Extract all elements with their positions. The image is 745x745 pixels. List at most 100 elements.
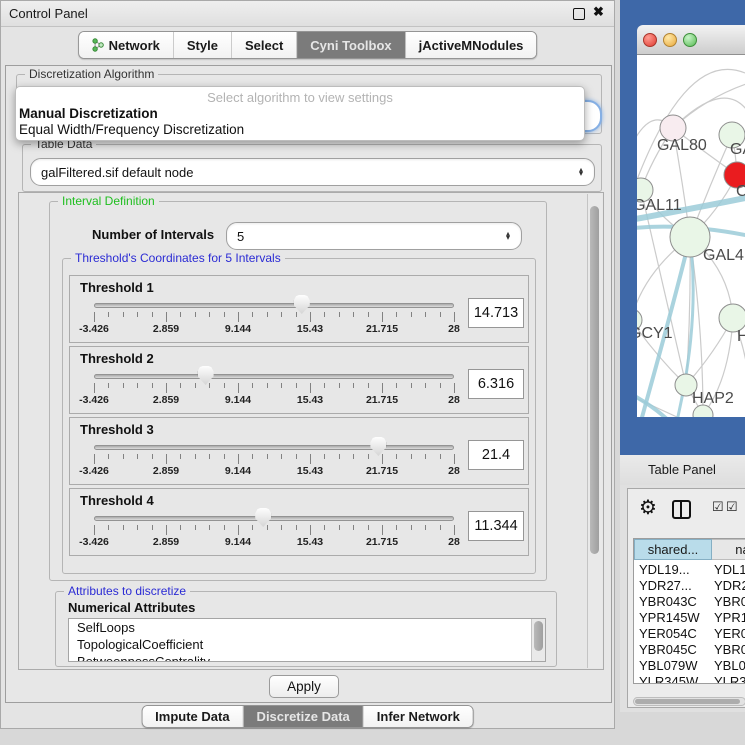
network-node-label: H [737,328,745,345]
group-title-thresholds: Threshold's Coordinates for 5 Intervals [71,251,285,265]
apply-button[interactable]: Apply [269,675,339,698]
threshold-value-field[interactable]: 11.344 [468,511,524,541]
name-cell: YBL0 [714,658,745,673]
table-row[interactable]: YBR045CYBR0 [634,642,745,658]
algorithm-option[interactable]: Manual Discretization [19,106,158,121]
table-data-selected-value: galFiltered.sif default node [31,165,572,180]
slider-track[interactable] [94,303,454,308]
checkbox-icon[interactable]: ☑ [712,500,724,514]
network-canvas[interactable]: GAL80GACGAL11GAL4GCY1HHAP2 [637,55,745,417]
close-icon[interactable]: ✖ [593,4,604,20]
table-panel-title: Table Panel [648,462,716,477]
tab-infer-network[interactable]: Infer Network [364,706,473,727]
threshold-value-field[interactable]: 21.4 [468,440,524,470]
tab-label: jActiveMNodules [419,38,524,53]
column-header-shared-name[interactable]: shared... [634,539,712,560]
column-header-name[interactable]: name [712,539,745,560]
node-attribute-table[interactable]: shared... name YDL19...YDL1YDR27...YDR2Y… [633,538,745,684]
numerical-attributes-list[interactable]: SelfLoopsTopologicalCoefficientBetweenne… [68,618,546,662]
name-cell: YBR0 [714,594,745,609]
panel-scrollbar[interactable] [587,194,602,668]
threshold-label: Threshold 3 [80,422,154,437]
tab-network[interactable]: Network [79,32,174,58]
minimize-traffic-light[interactable] [663,33,677,47]
gear-icon[interactable]: ⚙ [639,498,657,518]
cyni-mode-tabs: Impute Data Discretize Data Infer Network [141,705,474,728]
tab-select[interactable]: Select [232,32,297,58]
name-cell: YLR3 [714,674,745,684]
table-row[interactable]: YDL19...YDL1 [634,562,745,578]
shared-name-cell: YDR27... [639,578,692,593]
slider-ticks [94,383,454,394]
threshold-box: Threshold 1-3.4262.8599.14415.4321.71528… [69,275,529,343]
combo-stepper-icon: ▴▾ [572,168,594,176]
number-of-intervals-combobox[interactable]: 5 ▴▾ [226,222,522,250]
network-view-window: GAL80GACGAL11GAL4GCY1HHAP2 [620,0,745,455]
slider-track[interactable] [94,445,454,450]
table-row[interactable]: YBR043CYBR0 [634,594,745,610]
attributes-group: Attributes to discretize Numerical Attri… [55,591,557,667]
slider-track[interactable] [94,374,454,379]
slider-tick-labels: -3.4262.8599.14415.4321.71528 [94,394,454,406]
columns-icon[interactable] [672,500,691,519]
shared-name-cell: YER054C [639,626,697,641]
name-cell: YDR2 [714,578,745,593]
network-node-label: GA [730,141,745,158]
threshold-box: Threshold 3-3.4262.8599.14415.4321.71528… [69,417,529,485]
threshold-value-field[interactable]: 14.713 [468,298,524,328]
control-panel-window: Control Panel ✖ Network Style Select Cyni T… [0,0,615,729]
network-node-label: GAL4 [703,247,744,264]
float-window-icon[interactable] [573,8,585,20]
table-row[interactable]: YER054C YER0 [634,626,745,642]
slider-tick-labels: -3.4262.8599.14415.4321.71528 [94,536,454,548]
zoom-traffic-light[interactable] [683,33,697,47]
table-data-combobox[interactable]: galFiltered.sif default node ▴▾ [30,158,595,186]
threshold-label: Threshold 1 [80,280,154,295]
table-row[interactable]: YPR145WYPR1 [634,610,745,626]
cyni-toolbox-panel: Discretization Algorithm Select algorith… [5,65,612,703]
attribute-item[interactable]: TopologicalCoefficient [69,636,545,653]
combo-stepper-icon: ▴▾ [499,232,521,240]
close-traffic-light[interactable] [643,33,657,47]
threshold-label: Threshold 2 [80,351,154,366]
slider-ticks [94,312,454,323]
tab-label: Select [245,38,283,53]
attribute-item[interactable]: BetweennessCentrality [69,653,545,662]
group-title-attributes: Attributes to discretize [64,584,190,598]
shared-name-cell: YDL19... [639,562,690,577]
table-panel: ⚙ ☑ ☑ shared... name YDL19...YDL1YDR27..… [620,485,745,712]
table-row[interactable]: YLR345WYLR3 [634,674,745,684]
table-panel-titlebar: Table Panel [620,455,745,486]
tab-style[interactable]: Style [174,32,232,58]
tab-label: Style [187,38,218,53]
name-cell: YER0 [714,626,745,641]
tab-label: Network [109,38,160,53]
tab-label: Infer Network [377,709,460,724]
threshold-box: Threshold 4 -3.4262.8599.14415.4321.71528… [69,488,529,556]
tab-impute-data[interactable]: Impute Data [142,706,243,727]
table-row[interactable]: YDR27... YDR2 [634,578,745,594]
attribute-item[interactable]: SelfLoops [69,619,545,636]
threshold-label: Threshold 4 [80,493,154,508]
window-title: Control Panel [9,6,88,21]
threshold-box: Threshold 2 -3.4262.8599.14415.4321.71528… [69,346,529,414]
tab-label: Impute Data [155,709,229,724]
checkbox-icon[interactable]: ☑ [726,500,738,514]
algorithm-option[interactable]: Equal Width/Frequency Discretization [19,122,244,137]
interval-definition-group: Interval Definition Number of Intervals … [49,201,547,581]
tab-discretize-data[interactable]: Discretize Data [244,706,364,727]
shared-name-cell: YBL079W [639,658,698,673]
tab-jactivemnodules[interactable]: jActiveMNodules [406,32,537,58]
table-panel-body: ⚙ ☑ ☑ shared... name YDL19...YDL1YDR27..… [627,488,745,708]
tab-cyni-toolbox[interactable]: Cyni Toolbox [297,32,405,58]
threshold-value-field[interactable]: 6.316 [468,369,524,399]
network-window-titlebar[interactable] [637,25,745,55]
group-title-discretization-algorithm: Discretization Algorithm [25,67,158,81]
network-node-label: C [736,183,745,200]
attributes-scrollbar[interactable] [531,619,545,661]
table-horizontal-scrollbar[interactable] [633,697,745,706]
control-panel-titlebar: Control Panel ✖ [1,1,614,27]
table-row[interactable]: YBL079W YBL0 [634,658,745,674]
slider-track[interactable] [94,516,454,521]
numerical-attributes-heading: Numerical Attributes [68,600,195,615]
